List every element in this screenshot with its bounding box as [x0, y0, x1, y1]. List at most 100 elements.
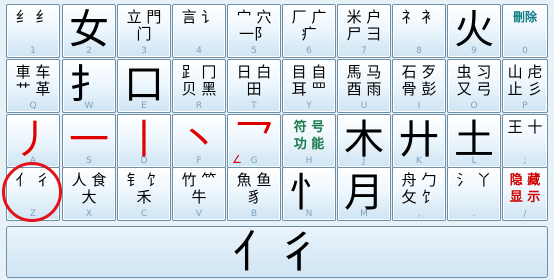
- key-comma[interactable]: 舟 勹 攵 饣,: [392, 167, 446, 221]
- key-g[interactable]: 乛 G ∠: [227, 114, 281, 168]
- key-b-hint: B: [250, 209, 258, 219]
- key-comma-hint: ,: [417, 209, 421, 219]
- key-8-hint: 8: [416, 46, 422, 56]
- key-1-hint: 1: [30, 46, 36, 56]
- key-u-hint: U: [360, 101, 368, 111]
- key-h[interactable]: 符 号 功 能 H: [282, 114, 336, 168]
- key-k[interactable]: 廾K: [392, 114, 446, 168]
- key-5-radicals: 宀 穴 一阝: [236, 8, 272, 43]
- key-o-radicals: 虫 习 又 弓: [456, 63, 492, 98]
- key-t-radicals: 日 白 田: [236, 63, 272, 98]
- key-l[interactable]: 土L: [447, 114, 501, 168]
- key-t[interactable]: 日 白 田 T: [227, 59, 281, 113]
- key-u[interactable]: 馬 马 酉 雨 U: [337, 59, 391, 113]
- key-n-hint: N: [305, 209, 313, 219]
- key-d[interactable]: 丨D: [117, 114, 171, 168]
- key-slash-radicals: 隐 藏 显 示: [509, 173, 541, 205]
- key-z-radicals: 亻 彳: [15, 171, 51, 189]
- key-x-radicals: 人 食 大: [71, 171, 107, 206]
- key-s-hint: S: [86, 156, 92, 166]
- key-6-radicals: 厂 广 疒: [291, 8, 327, 43]
- key-j[interactable]: 木J: [337, 114, 391, 168]
- preview-text: 亻彳: [233, 227, 321, 278]
- key-b[interactable]: 魚 鱼 豸 B: [227, 167, 281, 221]
- key-0[interactable]: 刪除 0: [502, 4, 548, 58]
- key-q[interactable]: 車 车 艹 革 Q: [6, 59, 60, 113]
- key-0-hint: 0: [522, 46, 528, 56]
- key-period[interactable]: 氵 丫.: [447, 167, 501, 221]
- key-s[interactable]: 一S: [62, 114, 116, 168]
- key-j-hint: J: [362, 156, 366, 166]
- key-z[interactable]: 亻 彳 Z: [6, 167, 60, 221]
- key-2[interactable]: 女2: [62, 4, 116, 58]
- key-x[interactable]: 人 食 大 X: [62, 167, 116, 221]
- key-3-hint: 3: [141, 46, 147, 56]
- key-8[interactable]: 礻 衤 8: [392, 4, 446, 58]
- key-4-radicals: 言 讠: [181, 8, 217, 26]
- key-9-hint: 9: [471, 46, 477, 56]
- key-p[interactable]: 山 虍 止 彡 P: [502, 59, 548, 113]
- key-0-radicals: 刪除: [512, 10, 537, 24]
- key-h-radicals: 符 号 功 能: [293, 120, 325, 152]
- key-e[interactable]: 口E: [117, 59, 171, 113]
- key-r-radicals: 𧾷 冂 贝 黑: [181, 63, 217, 98]
- key-l-hint: L: [471, 156, 477, 166]
- key-7-radicals: 米 户 尸 彐: [346, 8, 382, 43]
- key-6[interactable]: 厂 广 疒 6: [282, 4, 336, 58]
- key-z-hint: Z: [29, 209, 37, 219]
- key-4[interactable]: 言 讠 4: [172, 4, 226, 58]
- key-i[interactable]: 石 歹 骨 彭 I: [392, 59, 446, 113]
- key-m[interactable]: 月M: [337, 167, 391, 221]
- key-semicolon-hint: ;: [523, 156, 527, 166]
- key-period-hint: .: [472, 209, 476, 219]
- key-7-hint: 7: [361, 46, 367, 56]
- key-c[interactable]: 钅 饣 禾 C: [117, 167, 171, 221]
- key-r[interactable]: 𧾷 冂 贝 黑 R: [172, 59, 226, 113]
- key-u-radicals: 馬 马 酉 雨: [346, 63, 382, 98]
- key-slash[interactable]: 隐 藏 显 示 /: [502, 167, 548, 221]
- key-m-hint: M: [360, 209, 368, 219]
- key-y-radicals: 目 自 耳 罒: [291, 63, 327, 98]
- key-a[interactable]: 丿A: [6, 114, 60, 168]
- key-y-hint: Y: [306, 101, 312, 111]
- key-h-hint: H: [305, 156, 313, 166]
- key-i-hint: I: [417, 101, 421, 111]
- key-x-hint: X: [85, 209, 93, 219]
- key-9[interactable]: 火9: [447, 4, 501, 58]
- key-a-hint: A: [29, 156, 37, 166]
- key-t-hint: T: [251, 101, 257, 111]
- key-5-hint: 5: [251, 46, 257, 56]
- key-y[interactable]: 目 自 耳 罒 Y: [282, 59, 336, 113]
- key-3-radicals: 立 門 门: [126, 8, 162, 43]
- key-semicolon-radicals: 王 十: [507, 118, 543, 136]
- key-1-radicals: 纟 纟: [15, 8, 51, 26]
- key-6-hint: 6: [306, 46, 312, 56]
- key-comma-radicals: 舟 勹 攵 饣: [401, 171, 437, 206]
- key-f[interactable]: 丶F: [172, 114, 226, 168]
- key-8-radicals: 礻 衤: [401, 8, 437, 26]
- key-semicolon[interactable]: 王 十;: [502, 114, 548, 168]
- key-n[interactable]: 忄N: [282, 167, 336, 221]
- key-4-hint: 4: [196, 46, 202, 56]
- key-p-hint: P: [522, 101, 528, 111]
- key-5[interactable]: 宀 穴 一阝 5: [227, 4, 281, 58]
- key-p-radicals: 山 虍 止 彡: [507, 63, 543, 98]
- key-k-hint: K: [416, 156, 422, 166]
- key-d-hint: D: [140, 156, 148, 166]
- radical-keyboard: 纟 纟 1 女2 立 門 门 3 言 讠 4 宀 穴 一阝 5 厂 广 疒 6 米 户 尸 彐 7 礻 衤…: [0, 0, 554, 280]
- key-2-hint: 2: [86, 46, 92, 56]
- key-3[interactable]: 立 門 门 3: [117, 4, 171, 58]
- key-i-radicals: 石 歹 骨 彭: [401, 63, 437, 98]
- key-v[interactable]: 竹 ⺮ 牛 V: [172, 167, 226, 221]
- key-period-radicals: 氵 丫: [456, 171, 492, 189]
- key-1[interactable]: 纟 纟 1: [6, 4, 60, 58]
- key-c-hint: C: [140, 209, 148, 219]
- key-7[interactable]: 米 户 尸 彐 7: [337, 4, 391, 58]
- key-w-hint: W: [84, 101, 94, 111]
- key-o[interactable]: 虫 习 又 弓 O: [447, 59, 501, 113]
- key-v-radicals: 竹 ⺮ 牛: [181, 171, 217, 206]
- key-b-radicals: 魚 鱼 豸: [236, 171, 272, 206]
- key-w[interactable]: 扌W: [62, 59, 116, 113]
- preview-panel: 亻彳: [6, 226, 548, 278]
- key-c-radicals: 钅 饣 禾: [126, 171, 162, 206]
